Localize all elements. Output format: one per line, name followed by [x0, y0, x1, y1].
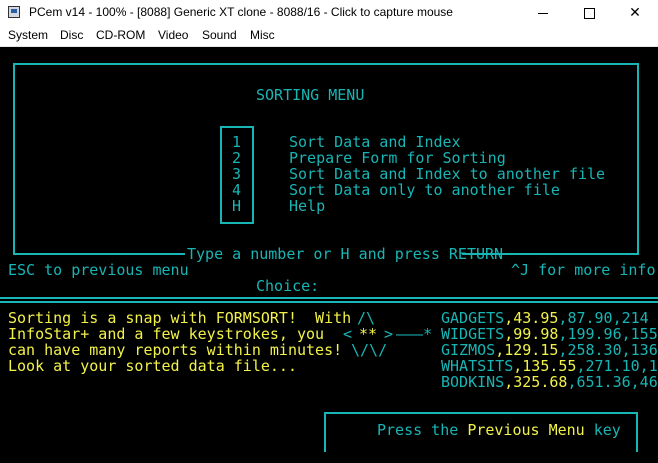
art-arrow-line: ———*	[396, 325, 433, 343]
menu-disc[interactable]: Disc	[60, 28, 83, 42]
menu-misc[interactable]: Misc	[250, 28, 275, 42]
help-hint: ^J for more info	[511, 261, 656, 279]
maximize-icon	[583, 7, 595, 19]
art-stars: **	[359, 325, 378, 343]
data-row: GADGETS,43.95,87.90,214	[441, 309, 649, 327]
pcem-window: PCem v14 - 100% - [8088] Generic XT clon…	[0, 0, 658, 463]
option-key-3: 3	[232, 165, 242, 183]
info-line-4: Look at your sorted data file...	[8, 357, 297, 375]
data-value: 325.68	[513, 373, 568, 391]
option-key-4: 4	[232, 181, 242, 199]
minimize-icon	[538, 12, 548, 14]
data-row: WHATSITS,135.55,271.10,134	[441, 358, 658, 374]
art-left-bracket: <	[343, 325, 353, 343]
footer-previous-menu: Previous Menu	[467, 421, 585, 439]
close-button[interactable]: ✕	[612, 0, 658, 25]
menu-cd-rom[interactable]: CD-ROM	[96, 28, 145, 42]
menu-system[interactable]: System	[8, 28, 48, 42]
menu-sound[interactable]: Sound	[202, 28, 237, 42]
previous-menu-hint: Press the Previous Menu key	[377, 422, 621, 438]
footer-key: key	[593, 421, 621, 439]
prompt-text: Type a number or H and press RETURN	[187, 245, 504, 263]
esc-hint: ESC to previous menu	[8, 261, 189, 279]
option-sort-data-another-file: Sort Data only to another file	[289, 181, 560, 199]
frame-line	[13, 253, 185, 255]
menu-video[interactable]: Video	[158, 28, 188, 42]
option-key-1: 1	[232, 133, 242, 151]
option-sort-index-another-file: Sort Data and Index to another file	[289, 165, 606, 183]
app-icon	[8, 6, 20, 18]
option-prepare-form: Prepare Form for Sorting	[289, 149, 506, 167]
menu-title: SORTING MENU	[256, 86, 365, 104]
data-name: BODKINS	[441, 373, 505, 391]
info-line-1: Sorting is a snap with FORMSORT! With	[8, 309, 352, 327]
maximize-button[interactable]	[566, 0, 612, 25]
option-help: Help	[289, 197, 326, 215]
title-bar[interactable]: PCem v14 - 100% - [8088] Generic XT clon…	[0, 0, 658, 25]
menu-bar: System Disc CD-ROM Video Sound Misc	[0, 25, 658, 47]
option-sort-data-index: Sort Data and Index	[289, 133, 461, 151]
info-line-3: can have many reports within minutes!	[8, 341, 343, 359]
close-icon: ✕	[629, 4, 641, 20]
choice-label: Choice:	[256, 277, 320, 295]
art-bottom: \/\/	[351, 341, 388, 359]
data-rest: 651.36,46	[576, 373, 658, 391]
window-title: PCem v14 - 100% - [8088] Generic XT clon…	[29, 5, 453, 19]
data-row: BODKINS,325.68,651.36,46	[441, 373, 658, 391]
data-row: WIDGETS,99.98,199.96,155	[441, 325, 658, 343]
footer-press: Press the	[377, 421, 459, 439]
data-row: GIZMOS,129.15,258.30,136	[441, 341, 658, 359]
separator-line	[0, 297, 658, 303]
info-line-2: InfoStar+ and a few keystrokes, you	[8, 325, 325, 343]
option-key-2: 2	[232, 149, 242, 167]
emulator-screen[interactable]: SORTING MENU 1 2 3 4 H Sort Data and Ind…	[0, 47, 658, 463]
minimize-button[interactable]	[520, 0, 566, 25]
option-key-h: H	[232, 197, 242, 215]
art-top: /\	[357, 309, 376, 327]
art-right-bracket: >	[384, 325, 394, 343]
